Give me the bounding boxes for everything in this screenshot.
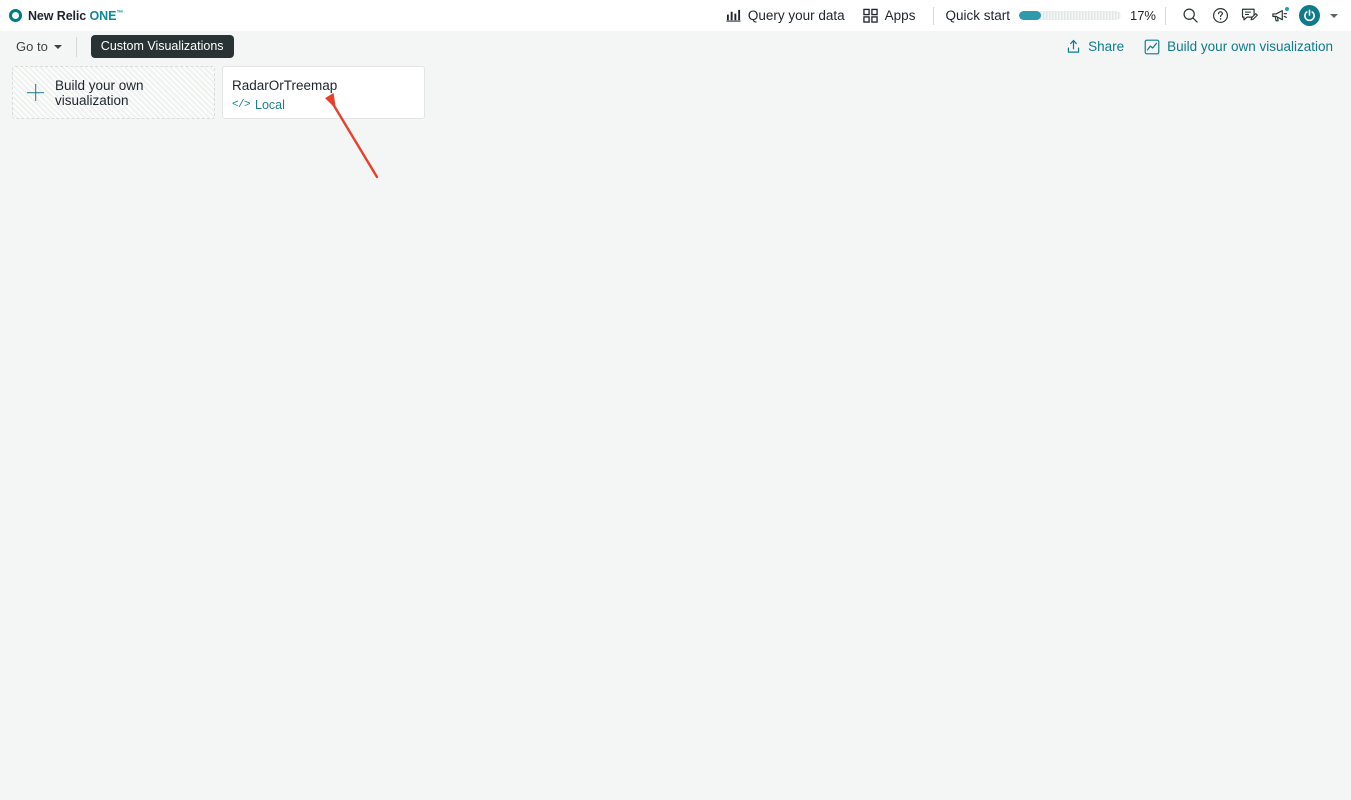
build-your-own-visualization-card[interactable]: Build your own visualization	[12, 66, 215, 119]
page-toolbar: Go to Custom Visualizations Share Build …	[0, 31, 1351, 62]
visualization-card-radarortreemap[interactable]: RadarOrTreemap </> Local	[222, 66, 425, 119]
go-to-label: Go to	[16, 39, 48, 54]
build-your-own-visualization-label: Build your own visualization	[1167, 39, 1333, 54]
help-button[interactable]	[1205, 0, 1235, 31]
build-card-label: Build your own visualization	[55, 77, 144, 108]
new-relic-one-logo[interactable]: New Relic ONE™	[9, 9, 123, 23]
quick-start-label: Quick start	[945, 8, 1010, 23]
search-icon	[1182, 7, 1199, 24]
breadcrumb-current-page[interactable]: Custom Visualizations	[90, 35, 234, 58]
quick-start-progress-fill	[1018, 11, 1041, 20]
annotation-arrow-overlay	[325, 92, 379, 179]
chevron-down-icon	[53, 44, 62, 49]
announcements-button[interactable]	[1265, 0, 1295, 31]
topbar-right-group: Query your data Apps Quick start 17%	[717, 0, 1341, 31]
share-label: Share	[1088, 39, 1125, 54]
build-your-own-visualization-button[interactable]: Build your own visualization	[1136, 35, 1341, 59]
grid-apps-icon	[862, 8, 878, 23]
search-button[interactable]	[1175, 0, 1205, 31]
visualization-card-source: </> Local	[232, 98, 424, 112]
new-relic-circle-logo	[9, 9, 22, 22]
chevron-down-icon[interactable]	[1330, 13, 1338, 18]
plus-icon	[27, 84, 44, 101]
feedback-message-icon	[1241, 7, 1259, 25]
topbar-divider-2	[1165, 6, 1166, 25]
brand-name: New Relic	[28, 8, 87, 23]
go-to-dropdown[interactable]: Go to	[16, 39, 62, 54]
topbar-divider	[933, 6, 935, 25]
announcements-badge	[1284, 6, 1290, 12]
quick-start-progress[interactable]: Quick start 17%	[943, 8, 1156, 23]
toolbar-actions: Share Build your own visualization	[1058, 35, 1341, 59]
toolbar-divider	[75, 36, 77, 57]
help-question-icon	[1212, 7, 1229, 24]
top-navigation-bar: New Relic ONE™ Query your data Apps Quic…	[0, 0, 1351, 31]
user-avatar-power-icon	[1298, 5, 1320, 26]
chart-line-icon	[1144, 39, 1160, 55]
visualization-card-grid: Build your own visualization RadarOrTree…	[0, 62, 1351, 119]
bar-chart-icon	[726, 8, 741, 23]
share-button[interactable]: Share	[1058, 35, 1132, 58]
apps-label: Apps	[884, 8, 916, 23]
visualization-source-label: Local	[255, 98, 285, 112]
quick-start-percent: 17%	[1129, 8, 1156, 23]
query-your-data-label: Query your data	[747, 8, 845, 23]
visualization-card-title: RadarOrTreemap	[232, 78, 338, 93]
code-brackets-icon: </>	[232, 99, 251, 111]
query-your-data-link[interactable]: Query your data	[717, 0, 854, 31]
quick-start-progress-bar[interactable]	[1018, 11, 1121, 20]
brand-trademark: ™	[116, 9, 124, 17]
apps-link[interactable]: Apps	[854, 0, 925, 31]
brand-wordmark: New Relic ONE™	[28, 9, 123, 23]
brand-product: ONE	[89, 8, 117, 23]
share-upload-icon	[1066, 39, 1081, 54]
user-account-button[interactable]	[1295, 0, 1323, 31]
feedback-button[interactable]	[1235, 0, 1265, 31]
